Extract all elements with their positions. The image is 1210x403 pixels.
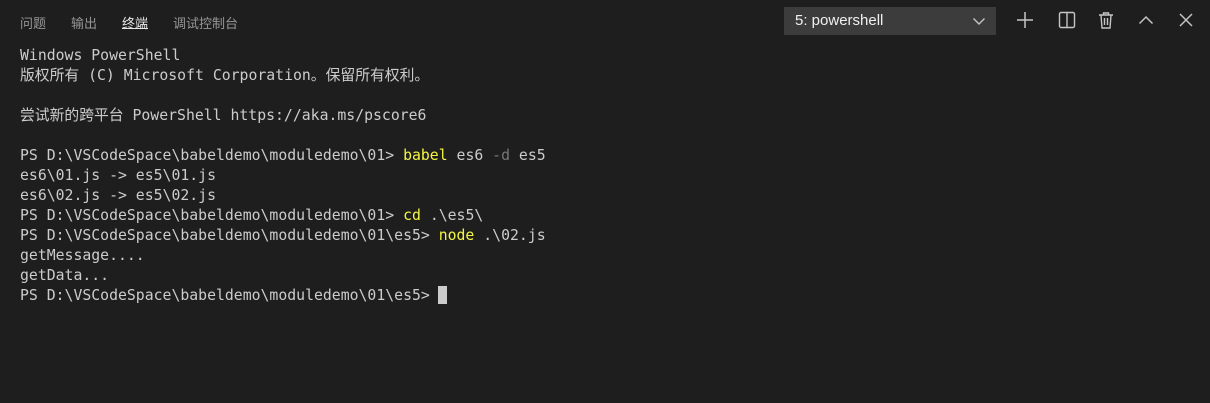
new-terminal-button[interactable]: [1015, 10, 1035, 30]
terminal-output[interactable]: Windows PowerShell 版权所有 (C) Microsoft Co…: [20, 46, 1200, 306]
chevron-down-icon: [972, 14, 986, 28]
tab-terminal[interactable]: 终端: [122, 0, 149, 32]
terminal-line: PS D:\VSCodeSpace\babeldemo\moduledemo\0…: [20, 206, 1200, 226]
terminal-argument: .\02.js: [474, 227, 546, 244]
terminal-cursor: [437, 286, 447, 304]
panel-header: 问题 输出 终端 调试控制台 5: powershell: [0, 0, 1210, 42]
terminal-argument: es5: [510, 147, 546, 164]
terminal-select-value: 5: powershell: [795, 12, 884, 29]
terminal-parameter: -d: [492, 147, 510, 164]
terminal-line: getMessage....: [20, 247, 145, 264]
terminal-prompt: PS D:\VSCodeSpace\babeldemo\moduledemo\0…: [20, 207, 404, 224]
terminal-line: es6\02.js -> es5\02.js: [20, 187, 216, 204]
maximize-panel-button[interactable]: [1136, 10, 1156, 30]
split-icon: [1057, 10, 1077, 30]
terminal-line: PS D:\VSCodeSpace\babeldemo\moduledemo\0…: [20, 226, 1200, 246]
close-panel-button[interactable]: [1176, 10, 1196, 30]
terminal-prompt: PS D:\VSCodeSpace\babeldemo\moduledemo\0…: [20, 227, 439, 244]
terminal-select[interactable]: 5: powershell: [784, 7, 996, 35]
tab-output[interactable]: 输出: [71, 0, 97, 32]
close-icon: [1176, 10, 1196, 30]
terminal-command: cd: [403, 207, 421, 224]
terminal-line: PS D:\VSCodeSpace\babeldemo\moduledemo\0…: [20, 286, 1200, 306]
chevron-up-icon: [1136, 10, 1156, 30]
terminal-line: 尝试新的跨平台 PowerShell https://aka.ms/pscore…: [20, 107, 427, 124]
terminal-line: PS D:\VSCodeSpace\babeldemo\moduledemo\0…: [20, 146, 1200, 166]
panel-tabs: 问题 输出 终端 调试控制台: [20, 0, 263, 42]
terminal-argument: es6: [447, 147, 493, 164]
terminal-line: 版权所有 (C) Microsoft Corporation。保留所有权利。: [20, 67, 430, 84]
plus-icon: [1015, 10, 1035, 30]
terminal-prompt: PS D:\VSCodeSpace\babeldemo\moduledemo\0…: [20, 147, 404, 164]
tab-debug-console[interactable]: 调试控制台: [173, 0, 238, 32]
terminal-argument: .\es5\: [420, 207, 484, 224]
kill-terminal-button[interactable]: [1096, 10, 1116, 30]
terminal-line: es6\01.js -> es5\01.js: [20, 167, 216, 184]
tab-problems[interactable]: 问题: [20, 0, 46, 32]
split-terminal-button[interactable]: [1057, 10, 1077, 30]
terminal-line: Windows PowerShell: [20, 47, 181, 64]
terminal-prompt: PS D:\VSCodeSpace\babeldemo\moduledemo\0…: [20, 287, 430, 304]
terminal-line: getData...: [20, 267, 110, 284]
trash-icon: [1096, 10, 1116, 30]
terminal-command: babel: [403, 147, 448, 164]
terminal-command: node: [438, 227, 475, 244]
